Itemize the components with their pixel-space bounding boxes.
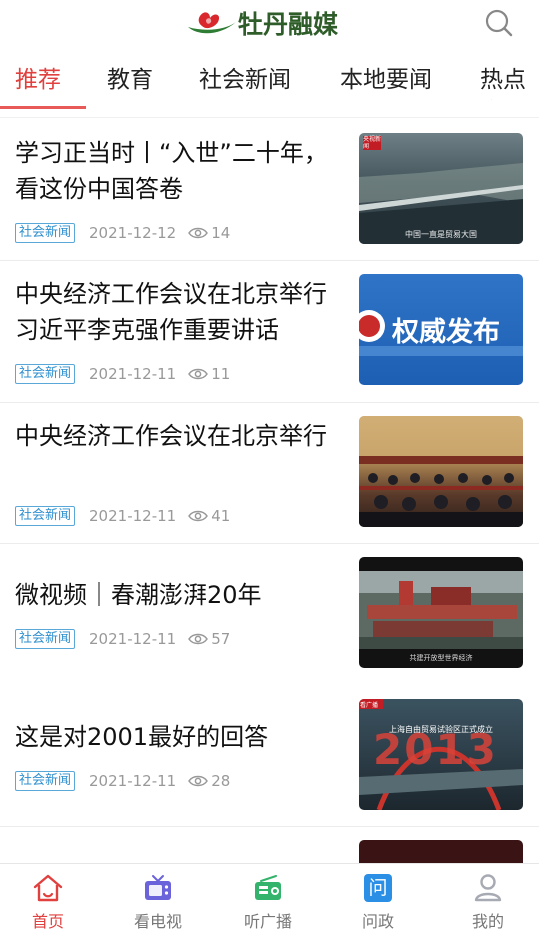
news-thumbnail[interactable]: 共建开放型世界经济 <box>359 557 523 668</box>
tabbar-tv[interactable]: 看电视 <box>104 864 212 930</box>
tab-local-news[interactable]: 本地要闻 <box>340 64 432 100</box>
thumbnail-caption: 共建开放型世界经济 <box>409 654 473 662</box>
tabbar-ask-gov[interactable]: 问 问政 <box>324 864 432 930</box>
item-divider <box>0 402 539 403</box>
category-tag[interactable]: 社会新闻 <box>15 629 76 649</box>
thumbnail-caption: 上海自由贸易试验区正式成立 <box>389 725 493 734</box>
app-logo: 牡丹融媒 <box>186 5 338 41</box>
app-name: 牡丹融媒 <box>238 10 339 39</box>
view-count: 11 <box>211 365 231 383</box>
category-tag[interactable]: 社会新闻 <box>15 364 76 384</box>
view-count: 28 <box>211 772 231 790</box>
publish-date: 2021-12-11 <box>89 772 177 790</box>
news-thumbnail-partial[interactable] <box>359 840 523 863</box>
tabbar-home[interactable]: 首页 <box>0 864 102 930</box>
profile-icon <box>474 874 502 902</box>
tabbar-label: 问政 <box>361 912 394 930</box>
tab-hot[interactable]: 热点资 <box>480 64 539 100</box>
news-meta: 社会新闻 2021-12-12 14 <box>15 222 230 244</box>
item-divider <box>0 543 539 544</box>
category-tag[interactable]: 社会新闻 <box>15 223 76 243</box>
tabbar-label: 首页 <box>31 912 64 930</box>
search-icon[interactable] <box>484 8 514 38</box>
thumbnail-caption: 权威发布 <box>392 317 500 348</box>
tab-education[interactable]: 教育 <box>107 64 153 100</box>
views-icon <box>188 368 209 380</box>
peony-logo-icon <box>188 12 236 34</box>
tab-social-news[interactable]: 社会新闻 <box>199 64 291 100</box>
factory-aerial-photo <box>359 571 523 649</box>
view-count: 57 <box>211 630 231 648</box>
thumbnail-caption: 中国一直是贸易大国 <box>405 230 477 239</box>
news-title[interactable]: 微视频｜春潮澎湃20年 <box>15 577 340 613</box>
news-meta: 社会新闻 2021-12-11 57 <box>15 628 230 650</box>
publish-date: 2021-12-11 <box>89 507 177 525</box>
news-thumbnail[interactable] <box>359 416 523 527</box>
item-divider <box>0 260 539 261</box>
category-tag[interactable]: 社会新闻 <box>15 771 76 791</box>
news-meta: 社会新闻 2021-12-11 11 <box>15 363 230 385</box>
news-thumbnail[interactable]: 2013 看广播 上海自由贸易试验区正式成立 <box>359 699 523 810</box>
publish-date: 2021-12-11 <box>89 630 177 648</box>
news-title[interactable]: 这是对2001最好的回答 <box>15 719 340 755</box>
news-thumbnail[interactable]: 央视新闻 中国一直是贸易大国 <box>359 133 523 244</box>
news-thumbnail[interactable]: 权威发布 <box>359 274 523 385</box>
view-count: 41 <box>211 507 231 525</box>
publish-date: 2021-12-12 <box>89 224 177 242</box>
category-tag[interactable]: 社会新闻 <box>15 506 76 526</box>
views-icon <box>188 633 209 645</box>
active-tab-indicator <box>0 106 86 109</box>
news-title[interactable]: 学习正当时丨“入世”二十年，看这份中国答卷 <box>15 135 340 207</box>
tabbar-radio[interactable]: 听广播 <box>214 864 322 930</box>
news-title[interactable]: 中央经济工作会议在北京举行 习近平李克强作重要讲话 <box>15 276 340 348</box>
news-meta: 社会新闻 2021-12-11 28 <box>15 770 230 792</box>
thumbnail-badge: 央视新闻 <box>363 136 382 150</box>
home-icon <box>33 874 63 902</box>
tabbar-label: 看电视 <box>133 912 182 930</box>
thumbnail-badge: 看广播 <box>360 702 379 709</box>
conference-hall-photo <box>359 416 523 527</box>
ask-gov-icon: 问 <box>364 874 392 902</box>
news-title[interactable]: 中央经济工作会议在北京举行 <box>15 418 340 454</box>
tab-recommend[interactable]: 推荐 <box>15 64 61 100</box>
views-icon <box>188 775 209 787</box>
tabbar-profile[interactable]: 我的 <box>434 864 539 930</box>
view-count: 14 <box>211 224 231 242</box>
bottom-tab-bar: 首页 看电视 听广播 问 问政 我的 <box>0 863 539 930</box>
views-icon <box>188 510 209 522</box>
app-header: 牡丹融媒 <box>0 0 539 46</box>
item-divider <box>0 826 539 827</box>
tabs-divider <box>0 117 539 118</box>
tabbar-label: 我的 <box>471 912 504 930</box>
news-meta: 社会新闻 2021-12-11 41 <box>15 505 230 527</box>
views-icon <box>188 227 209 239</box>
ask-gov-glyph: 问 <box>368 877 388 899</box>
tv-icon <box>145 875 171 900</box>
radio-icon <box>255 875 281 900</box>
tabbar-label: 听广播 <box>243 912 292 930</box>
publish-date: 2021-12-11 <box>89 365 177 383</box>
coastline-photo <box>359 136 523 244</box>
